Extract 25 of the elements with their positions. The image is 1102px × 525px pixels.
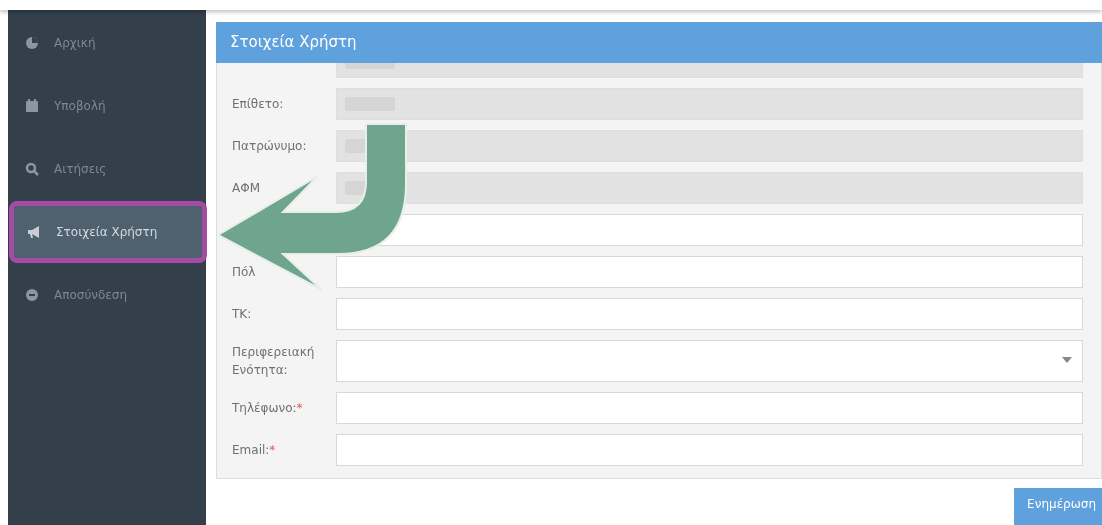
calendar-icon	[24, 98, 40, 114]
caret-icon	[1062, 356, 1072, 363]
input-field[interactable]	[336, 391, 1083, 424]
sidebar-item[interactable]: Αιτήσεις	[8, 148, 206, 190]
megaphone-icon	[26, 224, 42, 240]
sidebar-item[interactable]: Αποσύνδεση	[8, 274, 206, 316]
input-field[interactable]	[336, 297, 1083, 330]
minus-circle-icon	[24, 287, 40, 303]
update-button[interactable]: Ενημέρωση	[1014, 488, 1102, 525]
select-field[interactable]	[336, 339, 1083, 382]
field-label: ΤΚ:	[232, 306, 252, 321]
input-field[interactable]	[336, 433, 1083, 466]
search-icon	[24, 161, 40, 177]
sidebar-item[interactable]: Αρχική	[8, 22, 206, 64]
field-label: Περιφερειακή Ενότητα:	[232, 344, 315, 377]
field-label: Επίθετο:	[232, 96, 284, 111]
panel-title: Στοιχεία Χρήστη	[216, 22, 1102, 63]
field-label: Πατρώνυμο:	[232, 138, 307, 153]
pie-icon	[24, 35, 40, 51]
field-label: Email:*	[232, 442, 276, 457]
field-label: ΑΦΜ	[232, 180, 260, 195]
field-label: Τηλέφωνο:*	[232, 400, 303, 415]
input-field[interactable]	[336, 255, 1083, 288]
field-label: Πόλ	[232, 264, 256, 279]
sidebar-item[interactable]: Υποβολή	[8, 85, 206, 127]
